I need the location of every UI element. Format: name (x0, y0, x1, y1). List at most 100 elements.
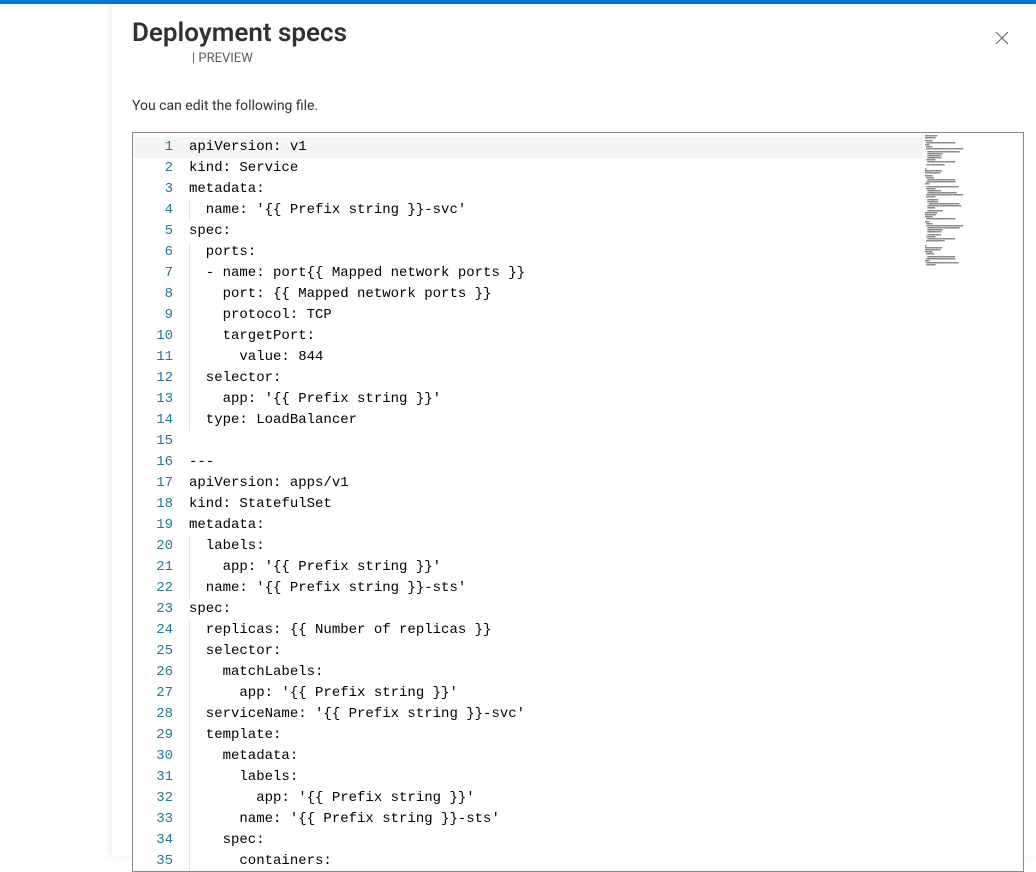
line-number: 32 (133, 788, 189, 809)
code-content[interactable]: 1apiVersion: v12kind: Service3metadata:4… (133, 133, 1023, 871)
code-line[interactable]: 30 metadata: (133, 746, 1023, 767)
code-line[interactable]: 25 selector: (133, 641, 1023, 662)
code-text: name: '{{ Prefix string }}-svc' (189, 200, 466, 221)
close-icon (995, 31, 1009, 45)
code-text: serviceName: '{{ Prefix string }}-svc' (189, 704, 525, 725)
code-line[interactable]: 5spec: (133, 221, 1023, 242)
code-line[interactable]: 29 template: (133, 725, 1023, 746)
code-text: selector: (189, 368, 281, 389)
line-number: 7 (133, 263, 189, 284)
code-line[interactable]: 8 port: {{ Mapped network ports }} (133, 284, 1023, 305)
line-number: 8 (133, 284, 189, 305)
panel-header: Deployment specs | PREVIEW (112, 18, 1024, 78)
code-line[interactable]: 35 containers: (133, 851, 1023, 872)
preview-badge: | PREVIEW (132, 51, 1024, 66)
code-line[interactable]: 15 (133, 431, 1023, 452)
line-number: 35 (133, 851, 189, 872)
code-text: metadata: (189, 746, 298, 767)
line-number: 27 (133, 683, 189, 704)
code-line[interactable]: 26 matchLabels: (133, 662, 1023, 683)
code-line[interactable]: 7 - name: port{{ Mapped network ports }} (133, 263, 1023, 284)
code-text: labels: (189, 536, 265, 557)
line-number: 5 (133, 221, 189, 242)
code-line[interactable]: 13 app: '{{ Prefix string }}' (133, 389, 1023, 410)
close-button[interactable] (990, 26, 1014, 50)
instructions-text: You can edit the following file. (112, 98, 1024, 114)
line-number: 14 (133, 410, 189, 431)
code-text: type: LoadBalancer (189, 410, 357, 431)
code-line[interactable]: 14 type: LoadBalancer (133, 410, 1023, 431)
code-line[interactable]: 6 ports: (133, 242, 1023, 263)
line-number: 22 (133, 578, 189, 599)
code-line[interactable]: 16--- (133, 452, 1023, 473)
line-number: 12 (133, 368, 189, 389)
code-text: apiVersion: v1 (189, 137, 307, 158)
code-line[interactable]: 22 name: '{{ Prefix string }}-sts' (133, 578, 1023, 599)
code-line[interactable]: 10 targetPort: (133, 326, 1023, 347)
line-number: 26 (133, 662, 189, 683)
line-number: 9 (133, 305, 189, 326)
code-text: spec: (189, 599, 231, 620)
code-text: app: '{{ Prefix string }}' (189, 557, 441, 578)
line-number: 3 (133, 179, 189, 200)
code-line[interactable]: 12 selector: (133, 368, 1023, 389)
code-text: port: {{ Mapped network ports }} (189, 284, 491, 305)
line-number: 2 (133, 158, 189, 179)
code-text: targetPort: (189, 326, 315, 347)
code-line[interactable]: 19metadata: (133, 515, 1023, 536)
line-number: 30 (133, 746, 189, 767)
code-text: metadata: (189, 515, 265, 536)
line-number: 19 (133, 515, 189, 536)
line-number: 17 (133, 473, 189, 494)
code-line[interactable]: 24 replicas: {{ Number of replicas }} (133, 620, 1023, 641)
code-text: kind: StatefulSet (189, 494, 332, 515)
page-title: Deployment specs (132, 18, 1024, 49)
code-text: metadata: (189, 179, 265, 200)
code-line[interactable]: 1apiVersion: v1 (133, 137, 1023, 158)
code-text: name: '{{ Prefix string }}-sts' (189, 578, 466, 599)
code-line[interactable]: 34 spec: (133, 830, 1023, 851)
code-line[interactable]: 31 labels: (133, 767, 1023, 788)
code-text: app: '{{ Prefix string }}' (189, 788, 475, 809)
code-line[interactable]: 20 labels: (133, 536, 1023, 557)
code-line[interactable]: 3metadata: (133, 179, 1023, 200)
line-number: 23 (133, 599, 189, 620)
line-number: 18 (133, 494, 189, 515)
line-number: 11 (133, 347, 189, 368)
line-number: 29 (133, 725, 189, 746)
line-number: 31 (133, 767, 189, 788)
code-text: matchLabels: (189, 662, 323, 683)
code-line[interactable]: 33 name: '{{ Prefix string }}-sts' (133, 809, 1023, 830)
code-text: ports: (189, 242, 256, 263)
code-line[interactable]: 4 name: '{{ Prefix string }}-svc' (133, 200, 1023, 221)
line-number: 25 (133, 641, 189, 662)
line-number: 21 (133, 557, 189, 578)
code-editor[interactable]: 1apiVersion: v12kind: Service3metadata:4… (132, 132, 1024, 872)
code-line[interactable]: 21 app: '{{ Prefix string }}' (133, 557, 1023, 578)
code-line[interactable]: 27 app: '{{ Prefix string }}' (133, 683, 1023, 704)
line-number: 24 (133, 620, 189, 641)
code-line[interactable]: 9 protocol: TCP (133, 305, 1023, 326)
code-text: - name: port{{ Mapped network ports }} (189, 263, 525, 284)
code-line[interactable]: 11 value: 844 (133, 347, 1023, 368)
code-line[interactable]: 28 serviceName: '{{ Prefix string }}-svc… (133, 704, 1023, 725)
code-line[interactable]: 32 app: '{{ Prefix string }}' (133, 788, 1023, 809)
line-number: 33 (133, 809, 189, 830)
code-line[interactable]: 2kind: Service (133, 158, 1023, 179)
code-text: app: '{{ Prefix string }}' (189, 683, 458, 704)
line-number: 13 (133, 389, 189, 410)
code-text: replicas: {{ Number of replicas }} (189, 620, 491, 641)
code-line[interactable]: 18kind: StatefulSet (133, 494, 1023, 515)
code-line[interactable]: 17apiVersion: apps/v1 (133, 473, 1023, 494)
code-text: value: 844 (189, 347, 323, 368)
code-text: apiVersion: apps/v1 (189, 473, 349, 494)
code-text: --- (189, 452, 214, 473)
deployment-specs-panel: Deployment specs | PREVIEW You can edit … (112, 4, 1036, 856)
line-number: 6 (133, 242, 189, 263)
code-text: kind: Service (189, 158, 298, 179)
line-number: 16 (133, 452, 189, 473)
code-line[interactable]: 23spec: (133, 599, 1023, 620)
code-text: labels: (189, 767, 298, 788)
code-text: template: (189, 725, 281, 746)
code-text: spec: (189, 221, 231, 242)
